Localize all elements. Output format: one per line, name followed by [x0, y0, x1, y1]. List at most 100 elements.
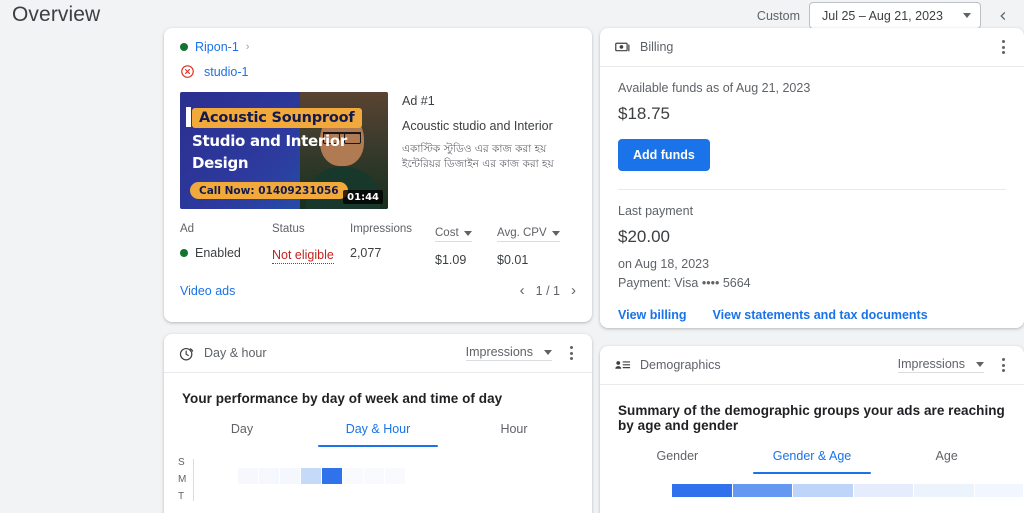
chevron-down-icon — [551, 230, 560, 236]
available-funds-label: Available funds as of Aug 21, 2023 — [618, 81, 811, 95]
metric-value-ad-text: Enabled — [195, 246, 241, 260]
demographics-bar-segment-5[interactable] — [974, 484, 1024, 497]
kebab-menu-icon[interactable] — [558, 340, 584, 366]
status-badge[interactable]: Not eligible — [272, 248, 334, 264]
overview-page: Overview Custom Jul 25 – Aug 21, 2023 Ri… — [0, 0, 1024, 513]
add-funds-button[interactable]: Add funds — [618, 139, 710, 171]
day-hour-card-header: Day & hour Impressions — [164, 334, 592, 373]
heatmap-row-labels: S M T — [178, 457, 193, 502]
last-payment-amount: $20.00 — [618, 227, 670, 246]
tab-day-and-hour[interactable]: Day & Hour — [310, 422, 446, 447]
ad-body: Acoustic Sounproof Studio and Interior D… — [164, 79, 592, 209]
metric-value-ad: Enabled — [180, 246, 272, 260]
date-range-selector[interactable]: Jul 25 – Aug 21, 2023 — [809, 2, 981, 29]
chevron-right-icon[interactable]: › — [571, 283, 576, 298]
date-range-value: Jul 25 – Aug 21, 2023 — [822, 8, 943, 23]
metric-column-status: Status Not eligible — [272, 223, 350, 267]
heatmap-cell-6[interactable] — [364, 468, 385, 484]
metric-column-cost: Cost $1.09 — [435, 223, 497, 267]
tab-hour[interactable]: Hour — [446, 422, 582, 447]
ad-text-details: Ad #1 Acoustic studio and Interior একাস্… — [402, 92, 576, 209]
chevron-left-icon — [1000, 11, 1006, 20]
thumbnail-line-1: Acoustic Sounproof — [192, 108, 362, 128]
metric-header-impressions: Impressions — [350, 223, 412, 235]
demographics-bar-segment-2[interactable] — [793, 484, 853, 497]
billing-card-title: Billing — [640, 40, 674, 54]
date-range-controls: Custom Jul 25 – Aug 21, 2023 — [757, 2, 1016, 29]
chevron-left-icon[interactable]: ‹ — [520, 283, 525, 298]
chevron-down-icon — [963, 13, 971, 18]
day-hour-metric-selector[interactable]: Impressions — [465, 345, 552, 361]
demographics-card: Demographics Impressions Summary of the … — [600, 346, 1024, 513]
demographics-metric-value: Impressions — [897, 357, 965, 371]
ad-group-link[interactable]: studio-1 — [204, 65, 248, 79]
tab-age[interactable]: Age — [879, 449, 1014, 474]
green-dot-icon — [180, 249, 188, 257]
metric-header-cost[interactable]: Cost — [435, 227, 472, 242]
metric-header-ad: Ad — [180, 223, 195, 235]
heatmap-cell-1[interactable] — [259, 468, 280, 484]
day-hour-heatmap: S M T — [164, 447, 592, 502]
demographics-bar-segment-1[interactable] — [732, 484, 793, 497]
tab-gender[interactable]: Gender — [610, 449, 745, 474]
chevron-down-icon — [976, 361, 984, 367]
video-ads-link[interactable]: Video ads — [180, 284, 235, 298]
thumbnail-line-2: Studio and Interior — [192, 132, 347, 150]
heatmap-cell-2[interactable] — [280, 468, 301, 484]
pagination-control: ‹ 1 / 1 › — [520, 283, 576, 298]
metric-value-cost: $1.09 — [435, 253, 467, 267]
demographics-metric-selector[interactable]: Impressions — [897, 357, 984, 373]
view-billing-link[interactable]: View billing — [618, 308, 687, 322]
metric-value-avg-cpv: $0.01 — [497, 253, 529, 267]
last-payment-date: on Aug 18, 2023 — [618, 257, 710, 271]
chevron-down-icon — [544, 349, 552, 355]
date-mode-label: Custom — [756, 8, 800, 23]
view-statements-link[interactable]: View statements and tax documents — [713, 308, 928, 322]
metric-header-avg-cpv-label: Avg. CPV — [497, 227, 547, 239]
day-hour-panel-title: Your performance by day of week and time… — [182, 391, 503, 406]
metric-header-avg-cpv[interactable]: Avg. CPV — [497, 227, 560, 242]
breadcrumb: Ripon-1 › — [164, 28, 592, 54]
heatmap-cell-7[interactable] — [385, 468, 406, 484]
day-hour-metric-value: Impressions — [465, 345, 533, 359]
demographics-tabs: Gender Gender & Age Age — [600, 449, 1024, 474]
heatmap-row-label-sunday: S — [178, 457, 185, 468]
ad-headline: Acoustic studio and Interior — [402, 119, 553, 133]
ad-card-footer: Video ads ‹ 1 / 1 › — [164, 267, 592, 298]
heatmap-row-monday — [238, 468, 406, 484]
tab-day[interactable]: Day — [174, 422, 310, 447]
green-dot-icon — [180, 43, 188, 51]
ad-description-line-2: ইন্টেরিয়র ডিজাইন এর কাজ করা হয় — [402, 158, 554, 171]
day-hour-card-title: Day & hour — [204, 346, 267, 360]
day-hour-tabs: Day Day & Hour Hour — [164, 422, 592, 447]
demographics-bar-segment-4[interactable] — [914, 484, 974, 497]
billing-card: Billing Available funds as of Aug 21, 20… — [600, 28, 1024, 328]
breadcrumb-campaign-link[interactable]: Ripon-1 — [195, 40, 239, 54]
last-payment-label: Last payment — [618, 204, 694, 218]
billing-card-body: Available funds as of Aug 21, 2023 $18.7… — [600, 67, 1024, 322]
heatmap-cell-4[interactable] — [322, 468, 343, 484]
metric-header-cost-label: Cost — [435, 227, 459, 239]
kebab-menu-icon[interactable] — [990, 34, 1016, 60]
heatmap-cell-3[interactable] — [301, 468, 322, 484]
heatmap-grid — [193, 459, 406, 501]
payment-method: Payment: Visa •••• 5664 — [618, 275, 751, 290]
heatmap-cell-0[interactable] — [238, 468, 259, 484]
breadcrumb-separator: › — [245, 41, 250, 53]
heatmap-cell-5[interactable] — [343, 468, 364, 484]
ad-description-line-1: একাস্টিক স্টুডিও এর কাজ করা হয় — [402, 143, 547, 155]
money-bill-icon — [615, 42, 630, 51]
demographics-bar-segment-3[interactable] — [853, 484, 914, 497]
heatmap-row-label-monday: M — [178, 474, 187, 485]
demographics-bar-segment-0[interactable] — [672, 484, 732, 497]
ad-metrics-table: Ad Enabled Status Not eligible Impressio… — [164, 209, 592, 267]
red-error-circle-icon — [181, 65, 194, 78]
tab-gender-and-age[interactable]: Gender & Age — [745, 449, 880, 474]
collapse-panel-button[interactable] — [990, 3, 1016, 29]
thumbnail-call-now-banner: Call Now: 01409231056 — [190, 182, 348, 199]
day-and-hour-card: Day & hour Impressions Your performance … — [164, 334, 592, 513]
metric-value-impressions: 2,077 — [350, 246, 382, 260]
available-funds-amount: $18.75 — [618, 104, 670, 123]
kebab-menu-icon[interactable] — [990, 352, 1016, 378]
video-ad-thumbnail[interactable]: Acoustic Sounproof Studio and Interior D… — [180, 92, 388, 209]
